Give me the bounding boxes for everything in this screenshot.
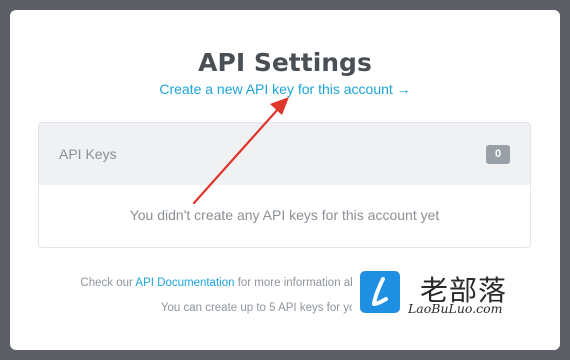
watermark: 老部落 LaoBuLuo.com — [352, 265, 552, 323]
empty-state-message: You didn't create any API keys for this … — [129, 207, 440, 223]
watermark-name-en: LaoBuLuo.com — [408, 301, 503, 316]
laobuluo-logo-icon — [360, 271, 400, 313]
api-keys-panel: API Keys 0 You didn't create any API key… — [38, 122, 531, 248]
footer-text-prefix: Check our — [80, 277, 136, 289]
api-keys-count-badge: 0 — [486, 145, 510, 164]
api-documentation-link[interactable]: API Documentation — [135, 277, 234, 289]
page-title: API Settings — [198, 48, 372, 77]
api-keys-panel-title: API Keys — [59, 146, 117, 162]
create-api-key-link[interactable]: Create a new API key for this account → — [10, 81, 560, 97]
api-keys-panel-header: API Keys 0 — [39, 123, 530, 185]
